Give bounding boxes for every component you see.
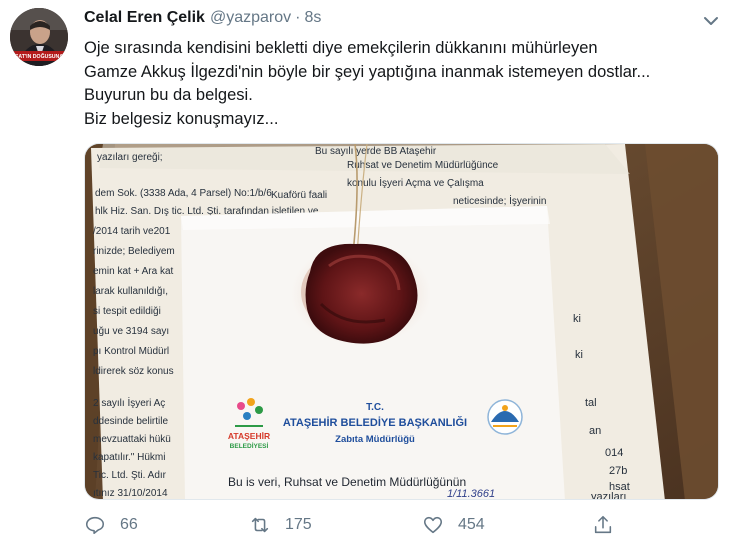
separator-dot: · — [295, 9, 301, 26]
municipal-emblem — [487, 399, 523, 435]
background-doc-line: neticesinde; İşyerinin — [453, 194, 546, 207]
background-doc-line: /2014 tarih ve201 — [93, 226, 171, 237]
background-doc-line: Tic. Ltd. Şti. Adır — [93, 470, 167, 481]
background-doc-line: rinizde; Belediyem — [93, 246, 175, 257]
doc-municipality: ATAŞEHİR BELEDİYE BAŞKANLIĞI — [283, 416, 467, 429]
background-doc-line: yazıları gereği; — [97, 152, 163, 163]
logo-text: ATAŞEHİR — [228, 431, 270, 441]
chevron-down-icon[interactable] — [700, 10, 722, 32]
tweet-line: Gamze Akkuş İlgezdi'nin böyle bir şeyi y… — [84, 62, 651, 81]
background-doc-line: 2 sayılı İşyeri Aç — [93, 396, 165, 409]
retweet-button[interactable]: 175 — [249, 510, 312, 540]
doc-tc: T.C. — [366, 402, 384, 413]
background-doc-fragment: ki — [573, 313, 581, 325]
tweet-header: Celal Eren Çelik @yazparov · 8s — [84, 9, 321, 31]
reply-button[interactable]: 66 — [84, 510, 138, 540]
tweet-line: Biz belgesiz konuşmayız... — [84, 109, 279, 128]
tweet-text: Oje sırasında kendisini bekletti diye em… — [84, 37, 734, 131]
background-doc-line: Ruhsat ve Denetim Müdürlüğünce — [347, 160, 499, 171]
author-avatar[interactable]: SAT'IN DOĞUSUNA — [10, 8, 68, 66]
background-doc-fragment: yazıları — [591, 491, 626, 500]
logo-subtext: BELEDİYESİ — [230, 442, 269, 450]
tweet-actions: 66 175 454 — [84, 510, 734, 540]
background-doc-line: konulu İşyeri Açma ve Çalışma — [347, 176, 484, 189]
wax-seal — [305, 243, 418, 344]
background-doc-line: pı Kontrol Müdürl — [93, 346, 169, 357]
background-doc-line: larak kullanıldığı, — [93, 286, 168, 297]
reply-icon — [85, 516, 105, 535]
handwriting: 1/11.3661 — [447, 488, 495, 500]
share-button[interactable] — [592, 510, 614, 540]
background-doc-line: Kuaförü faali — [271, 190, 327, 201]
tweet-line: Oje sırasında kendisini bekletti diye em… — [84, 39, 598, 57]
background-doc-line: kapatılır." Hükmi — [93, 452, 165, 463]
share-icon — [594, 515, 612, 534]
like-count: 454 — [458, 516, 485, 533]
author-name[interactable]: Celal Eren Çelik — [84, 9, 205, 27]
background-doc-line: si tespit edildiği — [93, 306, 161, 317]
background-doc-line: ıtınız 31/10/2014 — [93, 488, 168, 499]
background-doc-line: dem Sok. (3338 Ada, 4 Parsel) No:1/b/6 — [95, 188, 272, 199]
retweet-icon — [251, 517, 269, 533]
background-doc-fragment: ki — [575, 349, 583, 361]
author-handle[interactable]: @yazparov — [210, 9, 291, 27]
background-doc-line: ddesinde belirtile — [93, 416, 168, 427]
background-doc-line: uğu ve 3194 sayı — [93, 326, 169, 337]
like-icon — [423, 516, 443, 534]
tweet-line: Buyurun bu da belgesi. — [84, 86, 253, 104]
background-doc-line: mevzuattaki hükü — [93, 434, 171, 445]
background-doc-line: emin kat + Ara kat — [93, 266, 174, 277]
like-button[interactable]: 454 — [422, 510, 485, 540]
doc-department: Zabıta Müdürlüğü — [335, 434, 415, 445]
background-doc-fragment: tal — [585, 397, 597, 409]
tweet-photo[interactable]: yazıları gereği; Bu sayılı yerde BB Ataşe… — [84, 143, 719, 500]
retweet-count: 175 — [285, 516, 312, 533]
avatar-caption: SAT'IN DOĞUSUNA — [15, 52, 63, 60]
background-doc-fragment: an — [589, 425, 601, 437]
background-doc-line: ldirerek söz konus — [93, 366, 174, 377]
doc-bottom-text: Bu is veri, Ruhsat ve Denetim Müdürlüğün… — [228, 475, 466, 489]
background-doc-fragment: 014 — [605, 447, 623, 459]
background-doc-fragment: 27b — [609, 465, 627, 477]
reply-count: 66 — [120, 516, 138, 533]
background-doc-line: Bu sayılı yerde BB Ataşehir — [315, 146, 437, 157]
tweet-timestamp[interactable]: 8s — [304, 9, 321, 27]
